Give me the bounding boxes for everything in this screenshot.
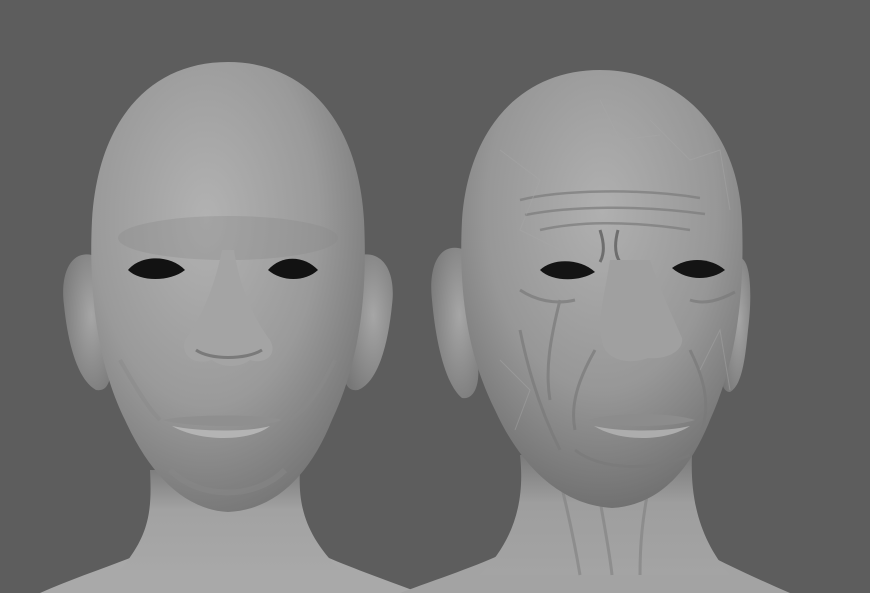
viewport-canvas	[0, 0, 870, 593]
render-viewport	[0, 0, 870, 593]
